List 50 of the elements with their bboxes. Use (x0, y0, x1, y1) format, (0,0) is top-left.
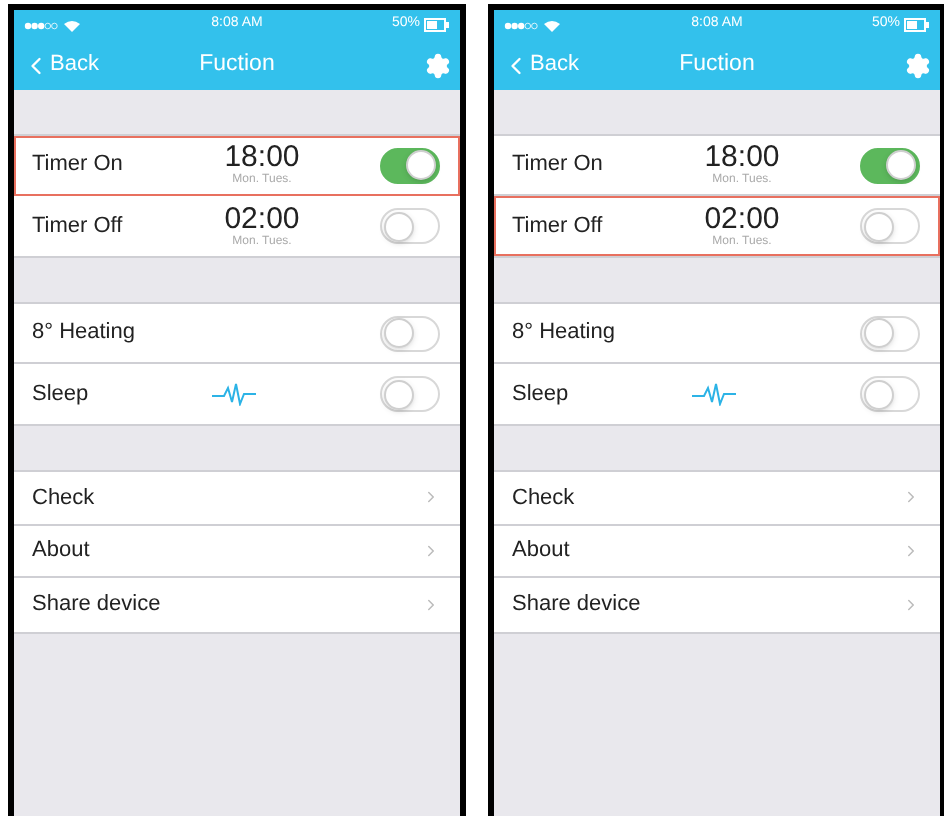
menu-item[interactable]: About (494, 525, 940, 578)
heartbeat-icon (692, 382, 736, 406)
chevron-icon (422, 488, 440, 507)
toggle-switch[interactable] (380, 147, 440, 183)
battery-icon (904, 18, 930, 32)
toggle-switch[interactable] (860, 208, 920, 244)
wifi-icon (544, 19, 560, 31)
menu-item[interactable]: Check (14, 472, 460, 525)
row-label: Sleep (512, 379, 571, 410)
row-label: About (32, 536, 90, 566)
row-label: Sleep (32, 379, 91, 410)
signal-icon (24, 21, 58, 29)
toggle-switch[interactable] (860, 315, 920, 351)
row-label: 8° Heating (512, 318, 617, 349)
timer-time: 02:00 (224, 203, 300, 233)
row-label: Share device (512, 590, 641, 620)
timer-time: 02:00 (704, 203, 780, 233)
row-label: Timer Off (512, 211, 605, 242)
menu-item[interactable]: Share device (14, 578, 460, 631)
toggle-switch[interactable] (860, 147, 920, 183)
chevron-icon (902, 595, 920, 614)
row-label: 8° Heating (32, 318, 137, 349)
menu-item[interactable]: Share device (494, 578, 940, 631)
screen-title: Fuction (199, 49, 275, 80)
signal-icon (504, 21, 538, 29)
toggle-switch[interactable] (380, 315, 440, 351)
row-label: Timer On (512, 150, 605, 181)
menu-item[interactable]: About (14, 525, 460, 578)
timer-time: 18:00 (224, 142, 300, 172)
toggle-switch[interactable] (860, 376, 920, 412)
heartbeat-icon (212, 382, 256, 406)
chevron-icon (902, 488, 920, 507)
chevron-icon (902, 541, 920, 560)
timer-time: 18:00 (704, 142, 780, 172)
row-label: Check (32, 483, 95, 513)
menu-item[interactable]: Check (494, 472, 940, 525)
settings-icon[interactable] (424, 51, 452, 79)
screen-title: Fuction (679, 49, 755, 80)
row-label: Check (512, 483, 575, 513)
row-label: About (512, 536, 570, 566)
toggle-switch[interactable] (380, 376, 440, 412)
row-label: Timer Off (32, 211, 125, 242)
row-label: Timer On (32, 150, 125, 181)
chevron-icon (422, 595, 440, 614)
settings-icon[interactable] (904, 51, 932, 79)
wifi-icon (64, 19, 80, 31)
chevron-icon (422, 541, 440, 560)
row-label: Share device (32, 590, 161, 620)
battery-icon (424, 18, 450, 32)
toggle-switch[interactable] (380, 208, 440, 244)
